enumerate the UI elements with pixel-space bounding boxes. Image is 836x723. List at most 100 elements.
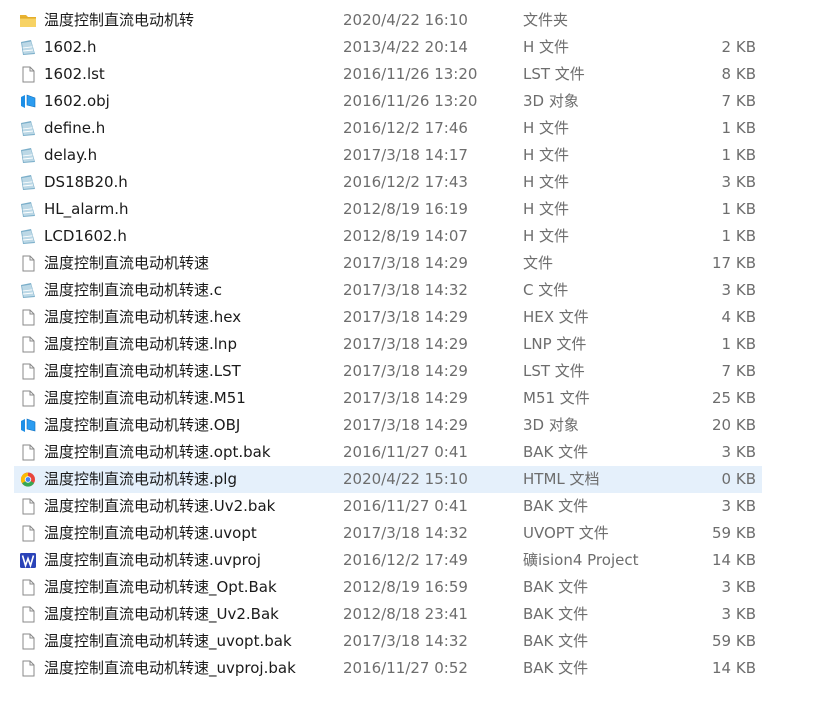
file-date-modified: 2017/3/18 14:17 [343, 146, 468, 164]
file-row[interactable]: 温度控制直流电动机转速.opt.bak 2016/11/27 0:41 BAK 文件… [14, 439, 762, 466]
file-row[interactable]: delay.h 2017/3/18 14:17 H 文件 1 KB [14, 142, 762, 169]
file-name: delay.h [44, 146, 98, 164]
file-row[interactable]: 温度控制直流电动机转速.hex 2017/3/18 14:29 HEX 文件 4 KB [14, 304, 762, 331]
file-type: LST 文件 [523, 362, 585, 380]
file-date-modified: 2017/3/18 14:29 [343, 308, 468, 326]
file-size: 25 KB [712, 389, 756, 407]
file-row[interactable]: 温度控制直流电动机转速.Uv2.bak 2016/11/27 0:41 BAK 文件… [14, 493, 762, 520]
file-date-modified: 2017/3/18 14:29 [343, 416, 468, 434]
blank-file-icon [19, 444, 37, 461]
file-row[interactable]: LCD1602.h 2012/8/19 14:07 H 文件 1 KB [14, 223, 762, 250]
3d-object-icon [19, 93, 37, 110]
file-size: 3 KB [721, 605, 756, 623]
chrome-html-icon [19, 471, 37, 488]
file-row[interactable]: 温度控制直流电动机转速_uvopt.bak 2017/3/18 14:32 BAK … [14, 628, 762, 655]
file-size: 3 KB [721, 281, 756, 299]
file-row[interactable]: DS18B20.h 2016/12/2 17:43 H 文件 3 KB [14, 169, 762, 196]
source-file-icon [19, 39, 37, 56]
file-date-modified: 2012/8/19 16:19 [343, 200, 468, 218]
source-file-icon [19, 228, 37, 245]
file-size: 59 KB [712, 632, 756, 650]
file-size: 14 KB [712, 551, 756, 569]
file-name: 1602.obj [44, 92, 110, 110]
file-name: 1602.h [44, 38, 97, 56]
file-name: 温度控制直流电动机转速.LST [44, 362, 241, 380]
file-name: 温度控制直流电动机转 [44, 11, 195, 29]
file-size: 59 KB [712, 524, 756, 542]
file-date-modified: 2012/8/19 14:07 [343, 227, 468, 245]
file-name: DS18B20.h [44, 173, 128, 191]
file-date-modified: 2017/3/18 14:29 [343, 335, 468, 353]
file-row[interactable]: 温度控制直流电动机转速.lnp 2017/3/18 14:29 LNP 文件 1 KB [14, 331, 762, 358]
file-date-modified: 2017/3/18 14:32 [343, 281, 468, 299]
file-size: 8 KB [721, 65, 756, 83]
file-row[interactable]: 温度控制直流电动机转速.c 2017/3/18 14:32 C 文件 3 KB [14, 277, 762, 304]
file-type: BAK 文件 [523, 443, 589, 461]
3d-object-icon [19, 417, 37, 434]
file-name: 温度控制直流电动机转速.OBJ [44, 416, 241, 434]
file-row[interactable]: 1602.lst 2016/11/26 13:20 LST 文件 8 KB [14, 61, 762, 88]
file-size: 17 KB [712, 254, 756, 272]
file-row[interactable]: 温度控制直流电动机转速.plg 2020/4/22 15:10 HTML 文档 0 K… [14, 466, 762, 493]
file-date-modified: 2013/4/22 20:14 [343, 38, 468, 56]
blank-file-icon [19, 579, 37, 596]
file-name: 温度控制直流电动机转速_uvopt.bak [44, 632, 292, 650]
file-date-modified: 2016/12/2 17:49 [343, 551, 468, 569]
file-row[interactable]: 温度控制直流电动机转速.M51 2017/3/18 14:29 M51 文件 25 K… [14, 385, 762, 412]
blank-file-icon [19, 66, 37, 83]
file-row[interactable]: 1602.obj 2016/11/26 13:20 3D 对象 7 KB [14, 88, 762, 115]
blank-file-icon [19, 336, 37, 353]
file-type: 文件夹 [523, 11, 569, 29]
file-row[interactable]: 温度控制直流电动机转速 2017/3/18 14:29 文件 17 KB [14, 250, 762, 277]
file-type: H 文件 [523, 38, 570, 56]
file-date-modified: 2020/4/22 15:10 [343, 470, 468, 488]
file-type: LNP 文件 [523, 335, 587, 353]
file-name: 温度控制直流电动机转速.plg [44, 470, 237, 488]
file-row[interactable]: 温度控制直流电动机转速.uvproj 2016/12/2 17:49 礦ision4… [14, 547, 762, 574]
file-type: 礦ision4 Project [523, 551, 639, 569]
file-row[interactable]: 温度控制直流电动机转速.OBJ 2017/3/18 14:29 3D 对象 20 KB [14, 412, 762, 439]
file-row[interactable]: 温度控制直流电动机转速.LST 2017/3/18 14:29 LST 文件 7 KB [14, 358, 762, 385]
file-row[interactable]: 温度控制直流电动机转速.uvopt 2017/3/18 14:32 UVOPT 文件… [14, 520, 762, 547]
file-name: HL_alarm.h [44, 200, 129, 218]
file-type: H 文件 [523, 146, 570, 164]
blank-file-icon [19, 309, 37, 326]
file-type: H 文件 [523, 119, 570, 137]
file-type: BAK 文件 [523, 659, 589, 677]
file-type: HEX 文件 [523, 308, 589, 326]
file-row[interactable]: HL_alarm.h 2012/8/19 16:19 H 文件 1 KB [14, 196, 762, 223]
source-file-icon [19, 120, 37, 137]
file-size: 1 KB [721, 335, 756, 353]
file-date-modified: 2016/12/2 17:43 [343, 173, 468, 191]
source-file-icon [19, 201, 37, 218]
file-row[interactable]: 温度控制直流电动机转速_Uv2.Bak 2012/8/18 23:41 BAK 文件… [14, 601, 762, 628]
file-date-modified: 2017/3/18 14:32 [343, 632, 468, 650]
file-type: HTML 文档 [523, 470, 600, 488]
file-size: 3 KB [721, 443, 756, 461]
blank-file-icon [19, 498, 37, 515]
file-row[interactable]: 1602.h 2013/4/22 20:14 H 文件 2 KB [14, 34, 762, 61]
file-row[interactable]: 温度控制直流电动机转 2020/4/22 16:10 文件夹 [14, 7, 762, 34]
file-row[interactable]: 温度控制直流电动机转速_uvproj.bak 2016/11/27 0:52 BAK… [14, 655, 762, 682]
file-date-modified: 2016/11/26 13:20 [343, 92, 478, 110]
file-type: LST 文件 [523, 65, 585, 83]
file-size: 2 KB [721, 38, 756, 56]
file-row[interactable]: define.h 2016/12/2 17:46 H 文件 1 KB [14, 115, 762, 142]
file-size: 7 KB [721, 362, 756, 380]
blank-file-icon [19, 606, 37, 623]
file-name: 温度控制直流电动机转速.lnp [44, 335, 237, 353]
blank-file-icon [19, 363, 37, 380]
file-size: 14 KB [712, 659, 756, 677]
file-type: BAK 文件 [523, 632, 589, 650]
file-name: 温度控制直流电动机转速.opt.bak [44, 443, 271, 461]
file-type: H 文件 [523, 227, 570, 245]
file-row[interactable]: 温度控制直流电动机转速_Opt.Bak 2012/8/19 16:59 BAK 文件… [14, 574, 762, 601]
file-date-modified: 2017/3/18 14:29 [343, 362, 468, 380]
file-size: 1 KB [721, 146, 756, 164]
folder-icon [19, 12, 37, 29]
source-file-icon [19, 174, 37, 191]
file-type: C 文件 [523, 281, 569, 299]
file-type: 3D 对象 [523, 92, 579, 110]
file-name: 温度控制直流电动机转速.uvopt [44, 524, 257, 542]
file-date-modified: 2017/3/18 14:29 [343, 254, 468, 272]
